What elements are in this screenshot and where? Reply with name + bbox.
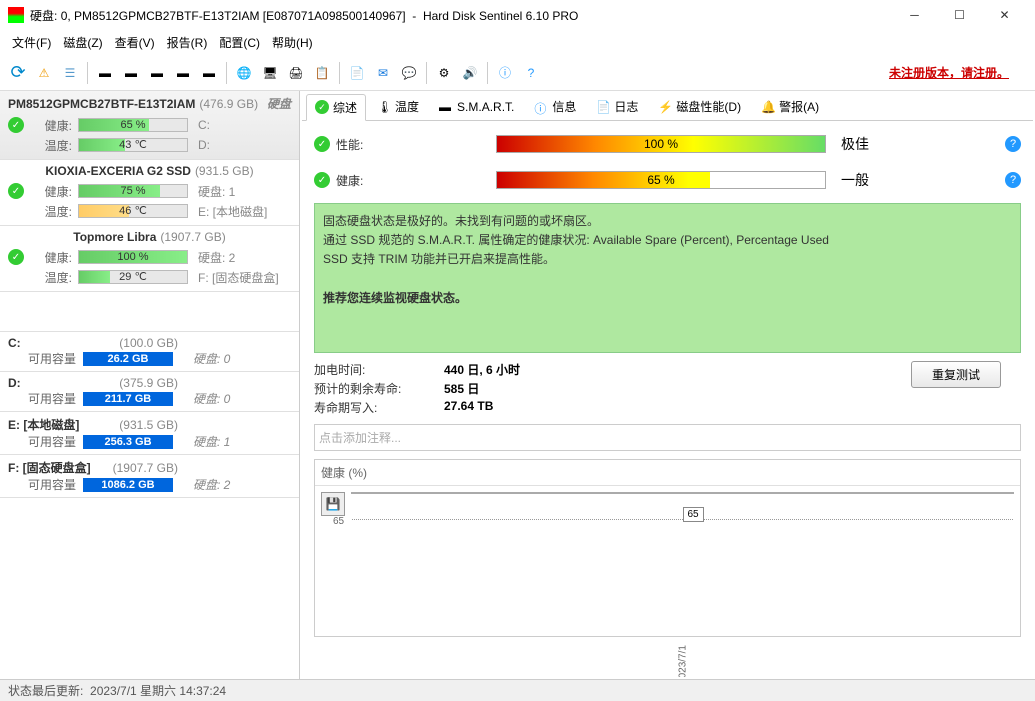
help-icon[interactable]: ? [1005, 172, 1021, 188]
tab-info[interactable]: ⓘ信息 [525, 93, 585, 120]
gear-icon[interactable]: ⚙ [432, 61, 456, 85]
health-rating: 一般 [841, 170, 869, 190]
notes-icon[interactable]: 📄 [345, 61, 369, 85]
check-icon: ✓ [314, 172, 330, 188]
tab-body: ✓ 性能: 100 % 极佳 ? ✓ 健康: 65 % 一般 ? 固态硬盘状态是… [302, 121, 1033, 677]
refresh-icon[interactable]: ⟳ [6, 61, 30, 85]
volume-c[interactable]: C:(100.0 GB) 可用容量26.2 GB硬盘: 0 [0, 332, 299, 372]
health-bar: 65 % [496, 171, 826, 189]
maximize-button[interactable]: ☐ [937, 0, 982, 30]
tab-perf[interactable]: ⚡磁盘性能(D) [649, 93, 750, 120]
menu-file[interactable]: 文件(F) [8, 32, 55, 53]
close-button[interactable]: ✕ [982, 0, 1027, 30]
menu-report[interactable]: 报告(R) [163, 32, 212, 53]
info-icon[interactable]: ⓘ [493, 61, 517, 85]
info-icon: ⓘ [534, 100, 548, 114]
volume-d[interactable]: D:(375.9 GB) 可用容量211.7 GB硬盘: 0 [0, 372, 299, 412]
hdd1-icon[interactable]: ▬ [93, 61, 117, 85]
menu-config[interactable]: 配置(C) [215, 32, 264, 53]
hdd2-icon[interactable]: ▬ [119, 61, 143, 85]
register-link[interactable]: 未注册版本，请注册。 [889, 64, 1009, 81]
tab-temp[interactable]: 🌡温度 [368, 93, 428, 120]
right-panel: ✓综述 🌡温度 ▬S.M.A.R.T. ⓘ信息 📄日志 ⚡磁盘性能(D) 🔔警报… [300, 91, 1035, 679]
health-chart: 健康 (%) 💾 65 65 2023/7/1 [314, 459, 1021, 637]
menu-help[interactable]: 帮助(H) [268, 32, 317, 53]
check-icon: ✓ [314, 136, 330, 152]
chart-datapoint: 65 [683, 507, 704, 522]
menu-disk[interactable]: 磁盘(Z) [59, 32, 106, 53]
toolbar: ⟳ ⚠ ☰ ▬ ▬ ▬ ▬ ▬ 🌐 🖥 🖨 📋 📄 ✉ 💬 ⚙ 🔊 ⓘ ? 未注… [0, 55, 1035, 91]
check-icon: ✓ [8, 117, 24, 133]
warn-refresh-icon[interactable]: ⚠ [32, 61, 56, 85]
perf-bar: 100 % [496, 135, 826, 153]
check-icon: ✓ [8, 183, 24, 199]
perf-rating: 极佳 [841, 134, 869, 154]
y-axis-label: 65 [333, 516, 344, 527]
report-icon[interactable]: 📋 [310, 61, 334, 85]
status-text: 固态硬盘状态是极好的。未找到有问题的或坏扇区。 通过 SSD 规范的 S.M.A… [314, 203, 1021, 353]
hdd3-icon[interactable]: ▬ [145, 61, 169, 85]
disk-entry-2[interactable]: Topmore Libra(1907.7 GB) ✓ 健康: 100 % 硬盘:… [0, 226, 299, 292]
sound-icon[interactable]: 🔊 [458, 61, 482, 85]
monitor-icon[interactable]: 🖥 [258, 61, 282, 85]
hdd5-icon[interactable]: ▬ [197, 61, 221, 85]
status-time: 2023/7/1 星期六 14:37:24 [90, 682, 226, 699]
volume-f[interactable]: F: [固态硬盘盒](1907.7 GB) 可用容量1086.2 GB硬盘: 2 [0, 455, 299, 498]
disk-entry-0[interactable]: PM8512GPMCB27BTF-E13T2IAM(476.9 GB)硬盘 ✓ … [0, 91, 299, 160]
health-label: 健康: [336, 172, 386, 189]
menubar: 文件(F) 磁盘(Z) 查看(V) 报告(R) 配置(C) 帮助(H) [0, 30, 1035, 55]
volume-e[interactable]: E: [本地磁盘](931.5 GB) 可用容量256.3 GB硬盘: 1 [0, 412, 299, 455]
tab-overview[interactable]: ✓综述 [306, 94, 366, 121]
list-icon[interactable]: ☰ [58, 61, 82, 85]
mail-icon[interactable]: ✉ [371, 61, 395, 85]
retest-button[interactable]: 重复测试 [911, 361, 1001, 388]
help-icon[interactable]: ? [519, 61, 543, 85]
app-icon [8, 7, 24, 23]
perf-icon: ⚡ [658, 100, 672, 114]
thermometer-icon: 🌡 [377, 100, 391, 114]
save-chart-button[interactable]: 💾 [321, 492, 345, 516]
chat-icon[interactable]: 💬 [397, 61, 421, 85]
statusbar: 状态最后更新: 2023/7/1 星期六 14:37:24 [0, 679, 1035, 701]
hdd-icon: ▬ [439, 100, 453, 114]
x-axis-label: 2023/7/1 [677, 645, 688, 677]
tab-log[interactable]: 📄日志 [587, 93, 647, 120]
menu-view[interactable]: 查看(V) [111, 32, 159, 53]
perf-label: 性能: [336, 136, 386, 153]
help-icon[interactable]: ? [1005, 136, 1021, 152]
annotation-input[interactable]: 点击添加注释... [314, 424, 1021, 451]
minimize-button[interactable]: ─ [892, 0, 937, 30]
tabs: ✓综述 🌡温度 ▬S.M.A.R.T. ⓘ信息 📄日志 ⚡磁盘性能(D) 🔔警报… [302, 93, 1033, 121]
tab-alert[interactable]: 🔔警报(A) [752, 93, 828, 120]
log-icon: 📄 [596, 100, 610, 114]
tab-smart[interactable]: ▬S.M.A.R.T. [430, 95, 523, 119]
window-title: 硬盘: 0, PM8512GPMCB27BTF-E13T2IAM [E08707… [30, 7, 892, 24]
hdd4-icon[interactable]: ▬ [171, 61, 195, 85]
check-icon: ✓ [8, 249, 24, 265]
print-icon[interactable]: 🖨 [284, 61, 308, 85]
disk-entry-1[interactable]: KIOXIA-EXCERIA G2 SSD(931.5 GB) ✓ 健康: 75… [0, 160, 299, 226]
globe-icon[interactable]: 🌐 [232, 61, 256, 85]
left-panel: PM8512GPMCB27BTF-E13T2IAM(476.9 GB)硬盘 ✓ … [0, 91, 300, 679]
titlebar: 硬盘: 0, PM8512GPMCB27BTF-E13T2IAM [E08707… [0, 0, 1035, 30]
alert-icon: 🔔 [761, 100, 775, 114]
